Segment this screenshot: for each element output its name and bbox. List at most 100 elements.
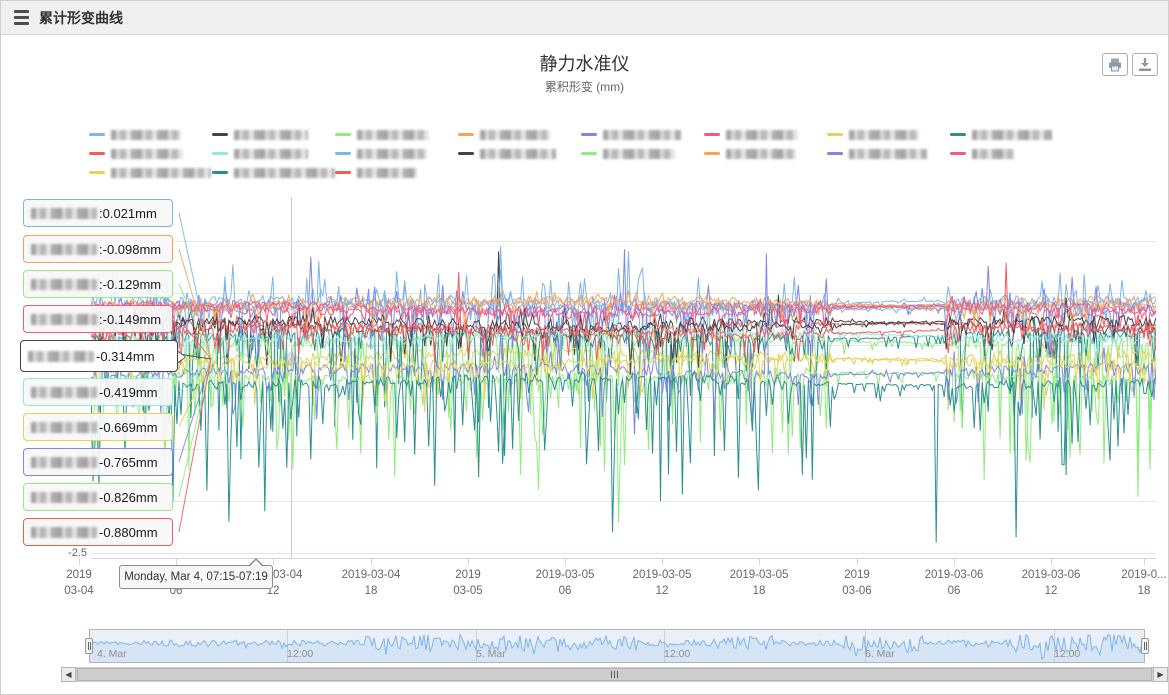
- legend-item[interactable]: [950, 149, 1073, 159]
- legend-item[interactable]: [827, 149, 950, 159]
- tooltip-value: -0.765mm: [99, 455, 158, 470]
- legend: [89, 125, 1073, 182]
- legend-item[interactable]: [335, 168, 458, 178]
- navigator-plot: [90, 630, 1144, 662]
- legend-marker: [89, 133, 105, 136]
- legend-marker: [89, 171, 105, 174]
- legend-label-redacted: [603, 130, 681, 140]
- page: 累计形变曲线 静力水准仪 累积形变 (mm) -2.5 2019 03-0420…: [0, 0, 1169, 695]
- legend-label-redacted: [111, 149, 183, 159]
- scrollbar-right-arrow[interactable]: ▶: [1153, 667, 1168, 682]
- x-axis-tick: [468, 559, 469, 565]
- tooltip-row: :-0.098mm: [23, 235, 173, 263]
- tooltip-row: :-0.149mm: [23, 305, 173, 333]
- legend-marker: [212, 152, 228, 155]
- legend-label-redacted: [972, 130, 1052, 140]
- page-title: 累计形变曲线: [39, 8, 123, 28]
- legend-label-redacted: [234, 149, 308, 159]
- x-axis-tick: [662, 559, 663, 565]
- legend-item[interactable]: [212, 168, 335, 178]
- navigator-label: 5. Mar: [476, 648, 506, 660]
- tooltip-row: -0.669mm: [23, 413, 173, 441]
- legend-item[interactable]: [335, 130, 458, 140]
- tooltip-value: :0.021mm: [99, 206, 157, 221]
- legend-label-redacted: [603, 149, 675, 159]
- legend-marker: [458, 152, 474, 155]
- print-button[interactable]: [1102, 53, 1128, 76]
- legend-label-redacted: [480, 130, 550, 140]
- x-axis-label: 2019-03-05 06: [536, 567, 595, 599]
- tooltip-value: -0.314mm: [96, 349, 155, 364]
- x-axis-tick: [954, 559, 955, 565]
- legend-item[interactable]: [950, 130, 1073, 140]
- legend-item[interactable]: [212, 130, 335, 140]
- navigator-label: 12:00: [664, 648, 690, 660]
- download-button[interactable]: [1132, 53, 1158, 76]
- legend-marker: [335, 171, 351, 174]
- tooltip-value: :-0.098mm: [99, 242, 161, 257]
- navigator-area-fill: [90, 634, 1144, 662]
- series-plot: [91, 197, 1156, 560]
- legend-marker: [212, 171, 228, 174]
- legend-item[interactable]: [704, 130, 827, 140]
- plot-area[interactable]: [91, 197, 1156, 560]
- legend-marker: [950, 133, 966, 136]
- legend-label-redacted: [972, 149, 1014, 159]
- navigator[interactable]: 4. Mar12:005. Mar12:006. Mar12:00: [89, 629, 1145, 663]
- tooltip-value: -0.419mm: [99, 385, 158, 400]
- legend-item[interactable]: [335, 149, 458, 159]
- series-line: [91, 359, 1156, 522]
- tooltip-value: -0.669mm: [99, 420, 158, 435]
- legend-label-redacted: [234, 130, 308, 140]
- tooltip-date-box: Monday, Mar 4, 07:15-07:19: [119, 565, 273, 589]
- navigator-label: 12:00: [287, 648, 313, 660]
- navigator-label: 6. Mar: [865, 648, 895, 660]
- x-axis-tick: [1051, 559, 1052, 565]
- navigator-gridline: [287, 630, 288, 662]
- legend-marker: [89, 152, 105, 155]
- tooltip-value: -0.826mm: [99, 490, 158, 505]
- navigator-gridline: [476, 630, 477, 662]
- tooltip-series-label-redacted: [31, 244, 97, 255]
- legend-item[interactable]: [581, 130, 704, 140]
- legend-item[interactable]: [704, 149, 827, 159]
- legend-label-redacted: [111, 168, 211, 178]
- scrollbar-track[interactable]: [76, 667, 1153, 682]
- legend-item[interactable]: [827, 130, 950, 140]
- legend-label-redacted: [849, 149, 927, 159]
- legend-item[interactable]: [212, 149, 335, 159]
- tooltip-value: :-0.129mm: [99, 277, 161, 292]
- chart-title: 静力水准仪: [1, 50, 1168, 76]
- tooltip-series-label-redacted: [31, 422, 97, 433]
- legend-label-redacted: [480, 149, 556, 159]
- legend-marker: [335, 133, 351, 136]
- legend-item[interactable]: [89, 130, 212, 140]
- scrollbar-left-arrow[interactable]: ◀: [61, 667, 76, 682]
- navigator-left-handle[interactable]: [85, 638, 93, 654]
- tooltip-row: :0.021mm: [23, 199, 173, 227]
- scrollbar-thumb[interactable]: [77, 668, 1152, 681]
- legend-item[interactable]: [458, 130, 581, 140]
- tooltip-callout-arrow-icon: [177, 350, 186, 364]
- tooltip-value: :-0.149mm: [99, 312, 161, 327]
- x-axis-tick: [371, 559, 372, 565]
- tooltip-value: -0.880mm: [99, 525, 158, 540]
- tooltip-row: -0.765mm: [23, 448, 173, 476]
- legend-item[interactable]: [581, 149, 704, 159]
- tooltip-date-arrow-icon: [248, 558, 264, 566]
- navigator-gridline: [865, 630, 866, 662]
- legend-item[interactable]: [458, 149, 581, 159]
- tooltip-row: -0.880mm: [23, 518, 173, 546]
- legend-marker: [581, 152, 597, 155]
- legend-label-redacted: [111, 130, 181, 140]
- legend-item[interactable]: [89, 168, 212, 178]
- tooltip-series-label-redacted: [31, 314, 97, 325]
- legend-marker: [581, 133, 597, 136]
- navigator-right-handle[interactable]: [1141, 638, 1149, 654]
- scrollbar[interactable]: ◀ ▶: [61, 667, 1168, 682]
- legend-marker: [335, 152, 351, 155]
- legend-marker: [704, 152, 720, 155]
- legend-item[interactable]: [89, 149, 212, 159]
- x-axis-tick: [1144, 559, 1145, 565]
- series-line: [91, 371, 1156, 542]
